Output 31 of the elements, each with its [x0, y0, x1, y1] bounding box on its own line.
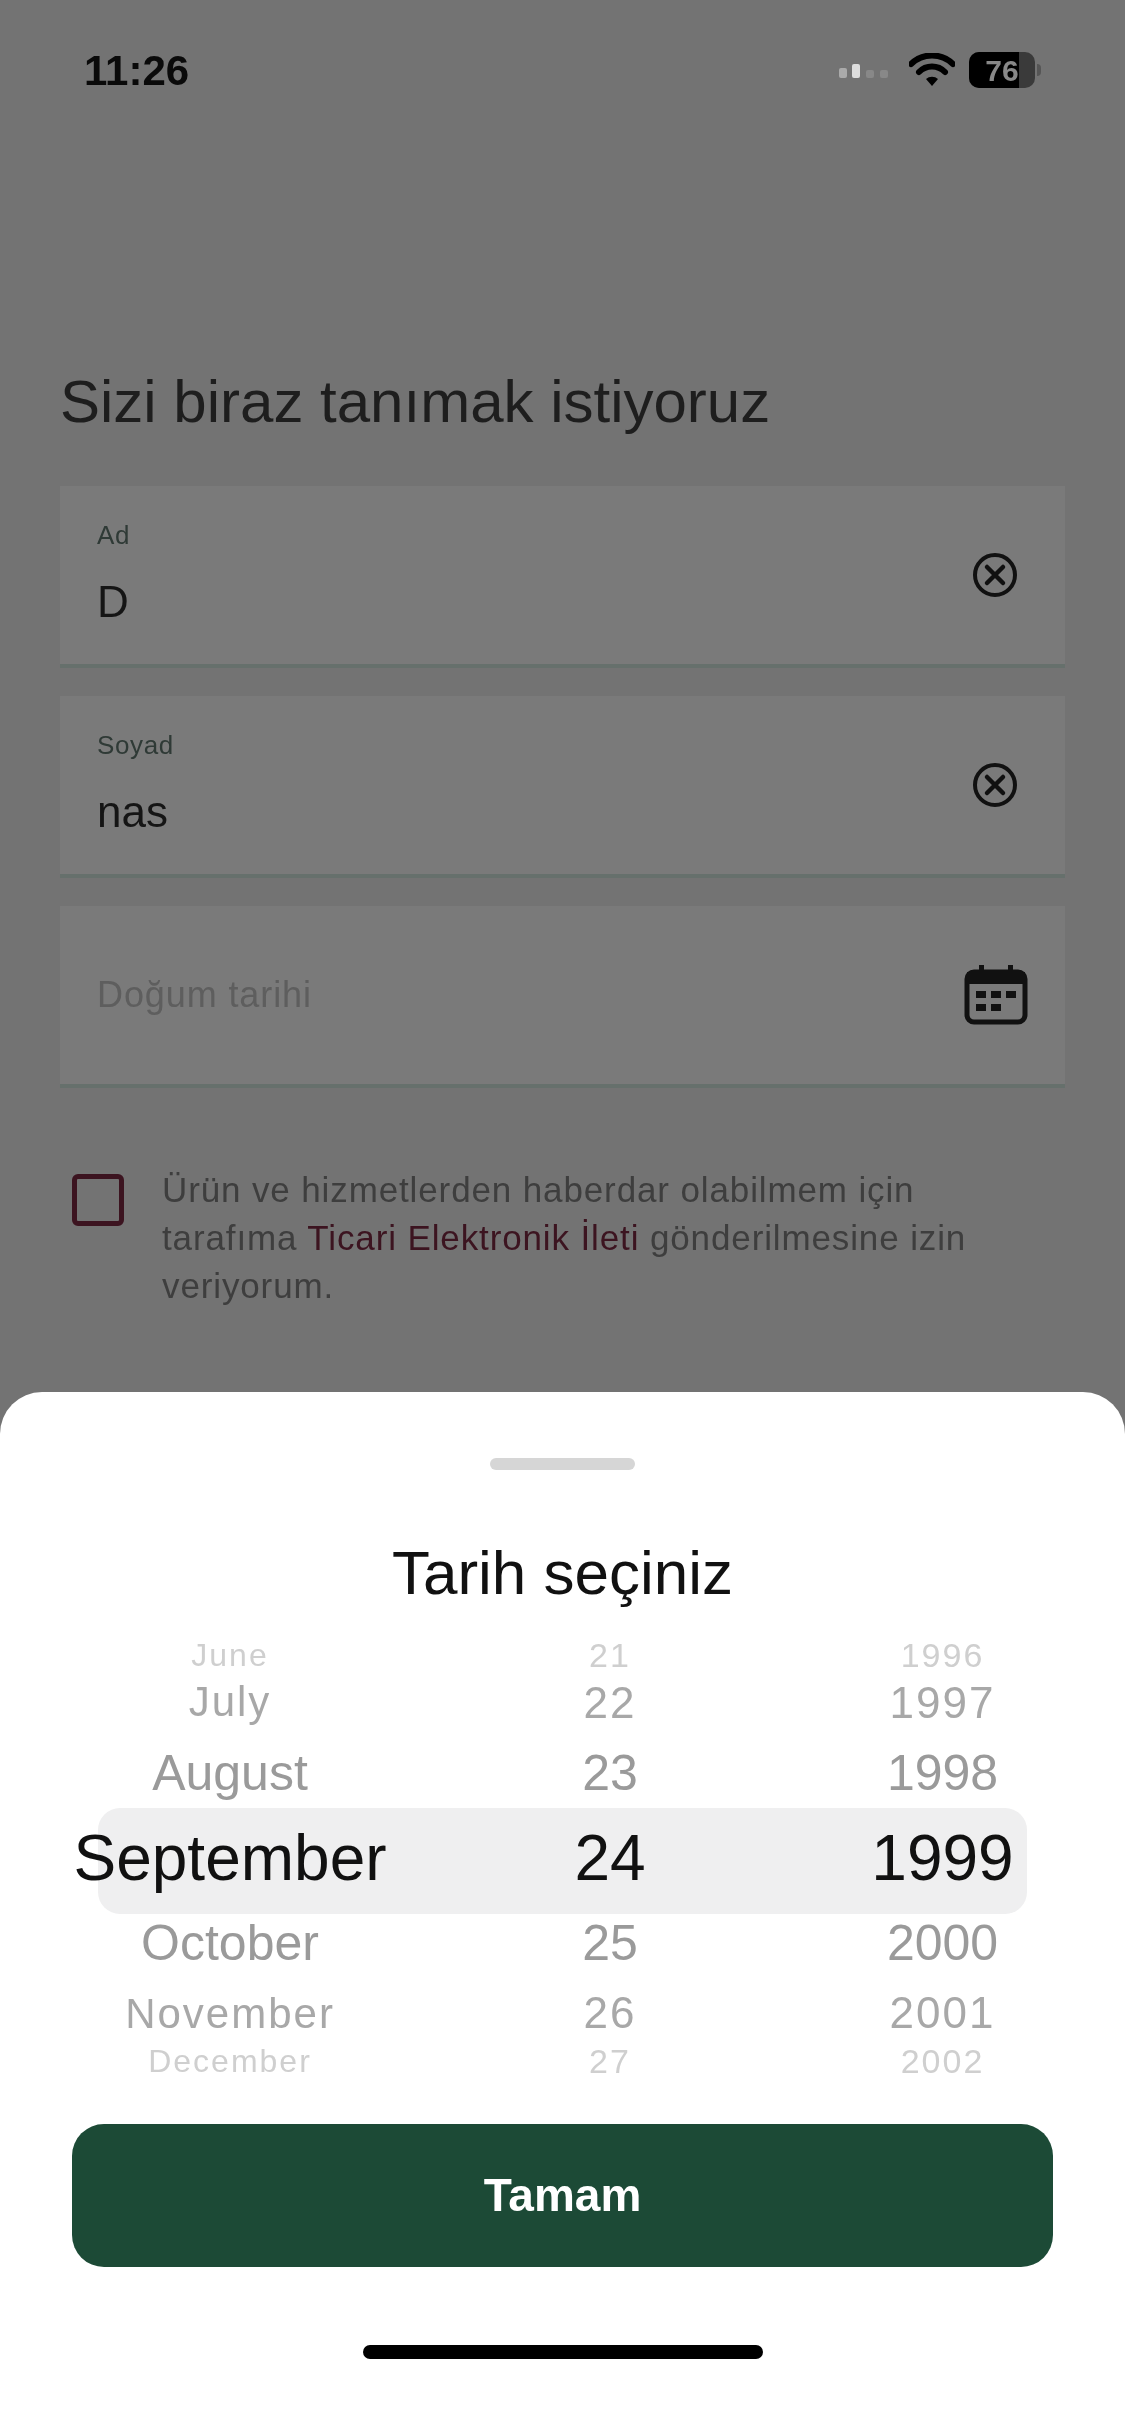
picker-item[interactable]: July — [188, 1671, 272, 1734]
picker-item[interactable]: 2001 — [889, 1981, 996, 2044]
picker-item[interactable]: August — [152, 1733, 308, 1812]
picker-item[interactable]: 22 — [583, 1672, 637, 1735]
field-value: nas — [97, 785, 169, 838]
confirm-button[interactable]: Tamam — [72, 2124, 1053, 2267]
sheet-handle[interactable] — [490, 1458, 635, 1470]
picker-item[interactable]: 1998 — [886, 1734, 999, 1813]
field-label: Ad — [97, 518, 131, 552]
picker-item[interactable]: October — [141, 1904, 319, 1983]
picker-item[interactable]: 1997 — [889, 1672, 996, 1735]
picker-item[interactable]: 2000 — [886, 1903, 999, 1982]
calendar-icon[interactable] — [964, 965, 1028, 1025]
clear-icon[interactable] — [972, 552, 1018, 598]
picker-item[interactable]: September — [73, 1811, 387, 1905]
picker-item[interactable]: November — [125, 1982, 335, 2045]
picker-item[interactable]: 23 — [582, 1734, 638, 1813]
picker-item[interactable]: 24 — [574, 1812, 646, 1904]
field-label: Soyad — [97, 728, 174, 762]
consent-checkbox[interactable] — [72, 1174, 124, 1226]
consent-link[interactable]: Ticari Elektronik İleti — [307, 1218, 640, 1257]
picker-item[interactable]: 26 — [583, 1981, 637, 2044]
clear-icon[interactable] — [972, 762, 1018, 808]
status-time: 11:26 — [84, 45, 190, 96]
text-field[interactable]: Ad D — [60, 486, 1065, 668]
picker-item[interactable]: 1999 — [871, 1812, 1014, 1904]
field-value: D — [97, 575, 130, 628]
page-title: Sizi biraz tanımak istiyoruz — [60, 372, 772, 432]
text-field[interactable]: Soyad nas — [60, 696, 1065, 878]
wifi-icon — [909, 53, 955, 87]
picker-item[interactable]: 25 — [582, 1903, 638, 1982]
